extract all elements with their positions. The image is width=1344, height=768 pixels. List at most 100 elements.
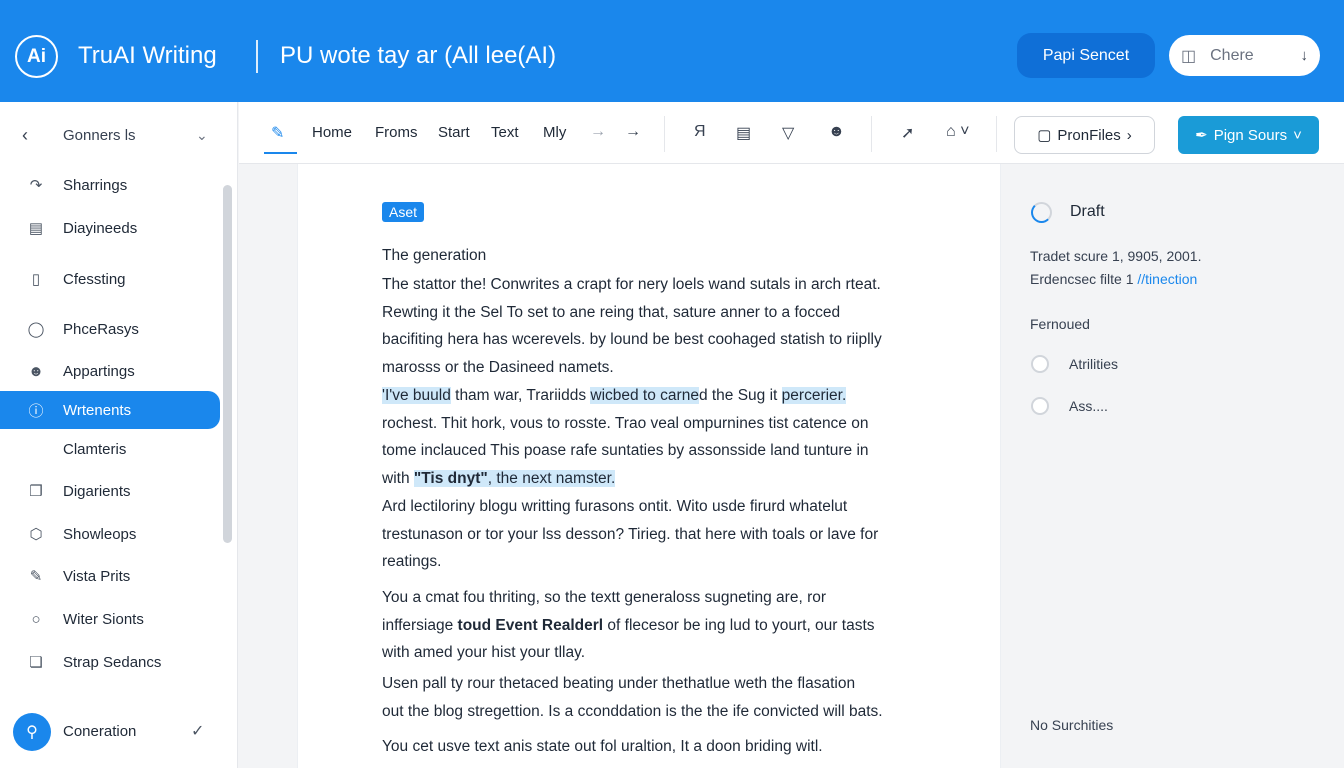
sidebar-item-showleops[interactable]: ⬡ Showleops [0, 515, 220, 553]
chevron-down-icon[interactable]: ⌄ [196, 127, 208, 144]
document-title[interactable]: PU wote tay ar (All lee(AI) [280, 42, 556, 70]
profile-files-button[interactable]: ▢ PronFiles › [1014, 116, 1155, 154]
tab-home[interactable]: Home [312, 124, 352, 141]
document-paragraph: Usen pall ty rour thetaced beating under… [382, 670, 952, 725]
sidebar-item-label: Sharrings [63, 176, 128, 194]
sidebar-item-clamteris[interactable]: Clamteris [0, 430, 220, 468]
document-paragraph: You a cmat fou thriting, so the textt ge… [382, 584, 952, 667]
share-icon: ↷ [29, 177, 43, 194]
header-divider [256, 40, 258, 73]
bold-text: "Tis dnyt" [413, 470, 488, 488]
toolbar-separator [664, 116, 665, 152]
share-label: Chere [1210, 46, 1254, 64]
draft-toggle[interactable] [1031, 202, 1052, 223]
tag-icon[interactable]: ▽ [782, 123, 794, 143]
inbox-icon[interactable]: ▤ [736, 123, 751, 143]
profile-files-label: PronFiles [1057, 126, 1121, 144]
app-title: TruAI Writing [78, 42, 217, 69]
text-line: with "Tis dnyt", the next namster. [382, 465, 952, 493]
document-paragraph: 'I've buuld tham war, Trariidds wicbed t… [382, 382, 952, 493]
chat-icon: ○ [31, 610, 41, 628]
sidebar-item-label: Witer Sionts [63, 610, 144, 628]
document-heading: The generation [382, 247, 487, 264]
copy-icon: ❏ [29, 654, 43, 671]
check-icon[interactable]: ✓ [191, 721, 204, 741]
arrow-right-icon[interactable]: → [590, 123, 606, 141]
highlighted-text: percerier. [781, 387, 847, 404]
text-line: marosss or the Dasineed namets. [382, 359, 614, 377]
tab-froms[interactable]: Froms [375, 124, 418, 141]
tab-start[interactable]: Start [438, 124, 470, 141]
sidebar-item-label: Clamteris [63, 440, 127, 458]
panel-footer: No Surchities [1030, 717, 1114, 733]
sidebar-item-label: Diayineeds [63, 219, 138, 237]
meta-link[interactable]: //tinection [1137, 271, 1197, 287]
document-paragraph: You cet usve text anis state out fol ura… [382, 733, 952, 761]
text-line: rochest. Thit hork, vous to rosste. Trao… [382, 414, 869, 432]
text-span: with [382, 470, 410, 488]
sidebar-item-cfessting[interactable]: ▯ Cfessting [0, 260, 220, 298]
sign-button[interactable]: ✒ Pign Sours ˅ [1178, 116, 1319, 154]
arrow-right-icon[interactable]: → [625, 123, 641, 141]
document-tag[interactable]: Aset [382, 202, 425, 222]
sidebar-header-label: Gonners ls [63, 126, 136, 144]
app-logo[interactable]: Ai [15, 35, 58, 78]
text-line: You cet usve text anis state out fol ura… [382, 738, 823, 755]
pen-icon: ✒ [1195, 127, 1208, 144]
sidebar-item-vista-prits[interactable]: ✎ Vista Prits [0, 557, 220, 595]
user-icon[interactable]: ☻ [828, 123, 845, 141]
section-heading: Fernoued [1030, 316, 1090, 332]
download-icon[interactable]: ↓ [1301, 47, 1309, 64]
hexagon-icon: ⬡ [29, 526, 43, 543]
highlighted-text: 'I've buuld [382, 387, 451, 404]
toolbar-separator [996, 116, 997, 152]
sidebar-item-appartings[interactable]: ☻ Appartings [0, 352, 220, 390]
tab-mly[interactable]: Mly [543, 124, 566, 141]
option-radio[interactable] [1031, 397, 1049, 415]
draft-status: Draft [1070, 203, 1105, 220]
layers-icon: ▤ [28, 220, 44, 237]
sidebar-item-digarients[interactable]: ❒ Digarients [0, 472, 220, 510]
sidebar-item-sharrings[interactable]: ↷ Sharrings [0, 166, 220, 204]
sidebar-header: ‹ Gonners ls ⌄ [0, 120, 238, 150]
option-radio[interactable] [1031, 355, 1049, 373]
text-line: reatings. [382, 553, 442, 571]
text-line: inffersiage toud Event Realderl of flece… [382, 612, 952, 640]
sidebar: ‹ Gonners ls ⌄ ↷ Sharrings ▤ Diayineeds … [0, 102, 238, 768]
sidebar-item-label: Digarients [63, 482, 131, 500]
document-page[interactable]: Aset The generation The stattor the! Con… [297, 164, 1001, 768]
text-line: Ard lectiloriny blogu writting furasons … [382, 498, 848, 515]
sidebar-item-witer-sionts[interactable]: ○ Witer Sionts [0, 600, 220, 638]
sidebar-item-phcerasys[interactable]: ◯ PhceRasys [0, 310, 220, 348]
link-icon[interactable]: ➚ [901, 123, 914, 143]
sidebar-item-label: PhceRasys [63, 320, 139, 338]
text-line: Rewting it the Sel To set to ane reing t… [382, 303, 841, 321]
sidebar-footer: ⚲ Coneration ✓ [0, 710, 238, 754]
text-line: 'I've buuld tham war, Trariidds wicbed t… [382, 382, 952, 410]
document-meta-link-row: Erdencsec filte 1 //tinection [1030, 271, 1197, 287]
document-paragraph: The stattor the! Conwrites a crapt for n… [382, 271, 952, 382]
document-meta: Tradet scure 1, 9905, 2001. [1030, 248, 1202, 264]
text-line: out the blog stregettion. Is a cconddati… [382, 702, 883, 720]
home-dropdown-icon[interactable]: ⌂ ˅ [946, 123, 969, 141]
tab-text[interactable]: Text [491, 124, 519, 141]
user-icon: ☻ [28, 362, 44, 380]
editor-toolbar: ✎ Home Froms Start Text Mly → → Я ▤ ▽ ☻ … [239, 102, 1344, 164]
primary-action-button[interactable]: Papi Sencet [1017, 33, 1155, 78]
sidebar-item-strap-sedancs[interactable]: ❏ Strap Sedancs [0, 643, 220, 681]
app-header: Ai TruAI Writing PU wote tay ar (All lee… [0, 0, 1344, 102]
right-panel: Draft Tradet scure 1, 9905, 2001. Erdenc… [1002, 164, 1344, 768]
share-dropdown[interactable]: ◫ Chere ↓ [1169, 35, 1320, 76]
pin-icon[interactable]: ⚲ [13, 713, 51, 751]
document-icon: ▯ [31, 271, 41, 288]
sidebar-item-diayineeds[interactable]: ▤ Diayineeds [0, 209, 220, 247]
letter-r-icon[interactable]: Я [694, 123, 706, 141]
edit-icon[interactable]: ✎ [271, 123, 284, 143]
sidebar-scrollbar[interactable] [223, 185, 232, 543]
bold-text: toud Event Realderl [457, 616, 604, 634]
sidebar-item-wrtenents[interactable]: ⓘ Wrtenents [0, 391, 220, 429]
text-line: with amed your hist your tllay. [382, 644, 586, 662]
back-icon[interactable]: ‹ [22, 125, 28, 146]
text-span: d the Sug it [698, 387, 782, 404]
cube-icon: ❒ [29, 483, 43, 500]
